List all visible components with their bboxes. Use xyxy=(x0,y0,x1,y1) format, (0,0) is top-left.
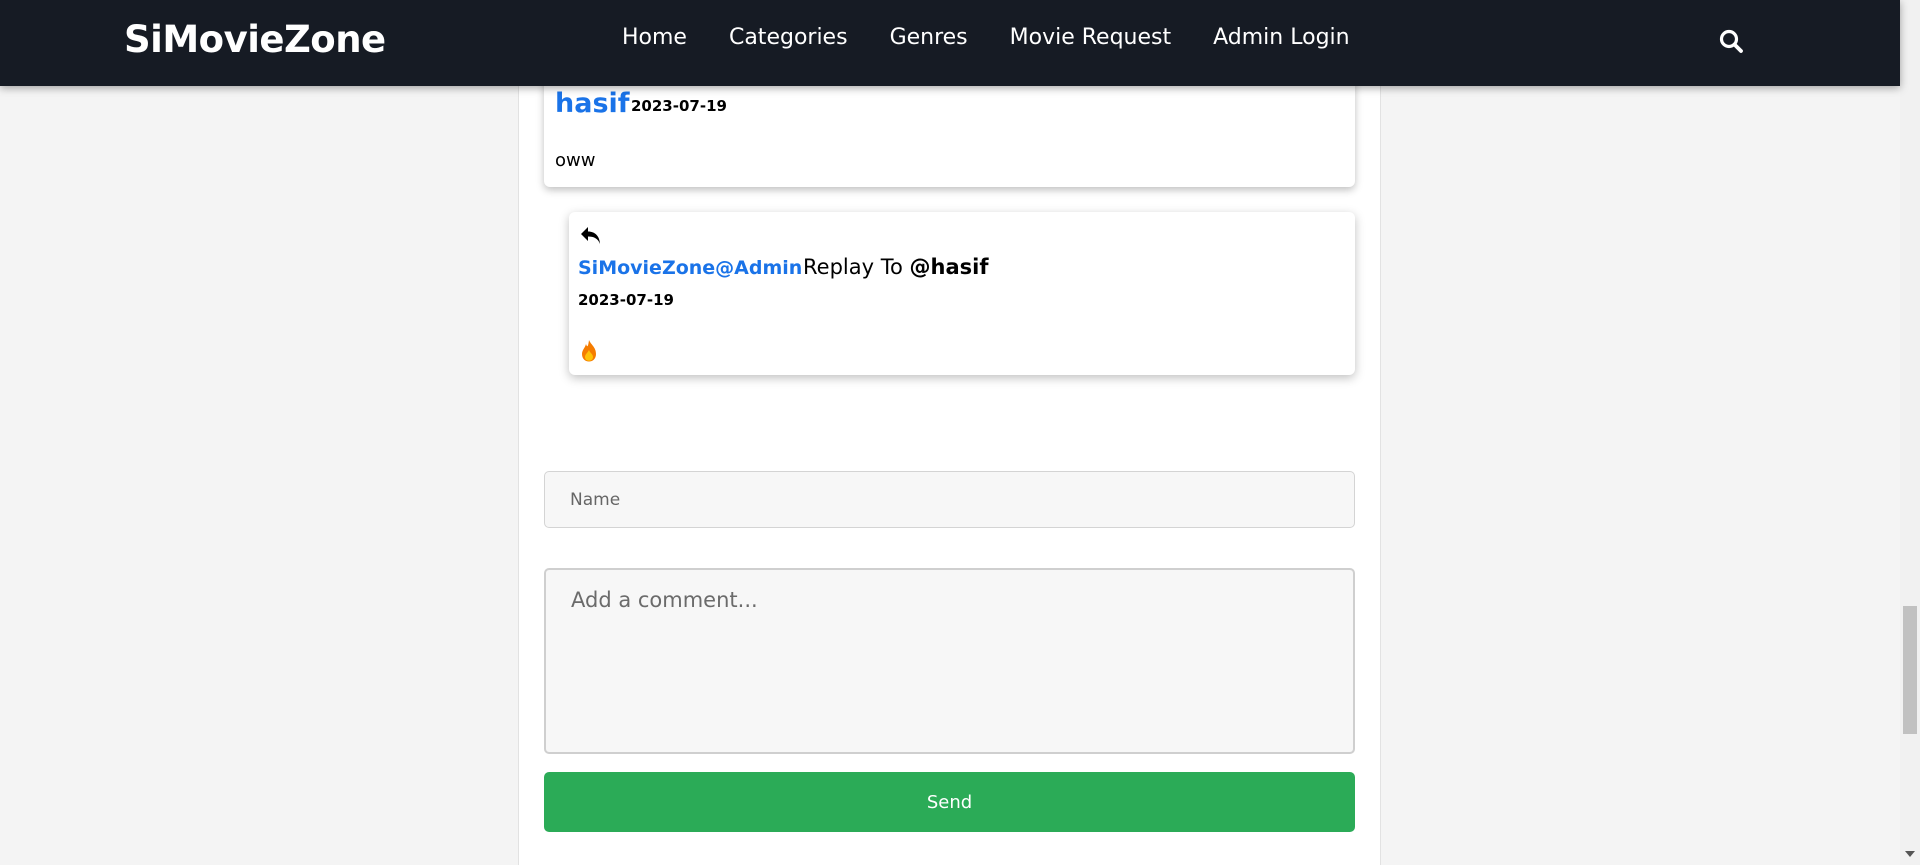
reply-icon[interactable] xyxy=(579,225,603,247)
send-button[interactable]: Send xyxy=(544,772,1355,832)
search-icon[interactable] xyxy=(1718,28,1746,56)
nav-genres[interactable]: Genres xyxy=(890,25,968,50)
reply-date: 2023-07-19 xyxy=(578,291,674,309)
nav-home[interactable]: Home xyxy=(622,25,687,50)
nav-admin-login[interactable]: Admin Login xyxy=(1213,25,1349,50)
comment-card: hasif 2023-07-19 oww xyxy=(544,72,1355,187)
reply-card: SiMovieZone@Admin Replay To @hasif 2023-… xyxy=(569,212,1355,375)
comment-textarea[interactable] xyxy=(544,568,1355,754)
brand-logo[interactable]: SiMovieZone xyxy=(124,18,386,61)
reply-target: @hasif xyxy=(909,255,989,279)
nav-links: Home Categories Genres Movie Request Adm… xyxy=(622,25,1392,50)
page-scrollbar[interactable] xyxy=(1900,0,1920,865)
scroll-down-arrow-icon[interactable] xyxy=(1905,851,1915,857)
nav-categories[interactable]: Categories xyxy=(729,25,848,50)
nav-movie-request[interactable]: Movie Request xyxy=(1010,25,1171,50)
reply-to-label: Replay To @hasif xyxy=(803,255,988,279)
reply-prefix: Replay To xyxy=(803,255,903,279)
name-input[interactable] xyxy=(544,471,1355,528)
comment-text: oww xyxy=(555,150,596,171)
fire-emoji-icon xyxy=(579,339,599,363)
reply-author[interactable]: SiMovieZone@Admin xyxy=(578,257,802,279)
comment-author[interactable]: hasif xyxy=(555,88,630,119)
scrollbar-thumb[interactable] xyxy=(1903,606,1917,734)
navbar: SiMovieZone Home Categories Genres Movie… xyxy=(0,0,1900,86)
comment-date: 2023-07-19 xyxy=(631,97,727,115)
